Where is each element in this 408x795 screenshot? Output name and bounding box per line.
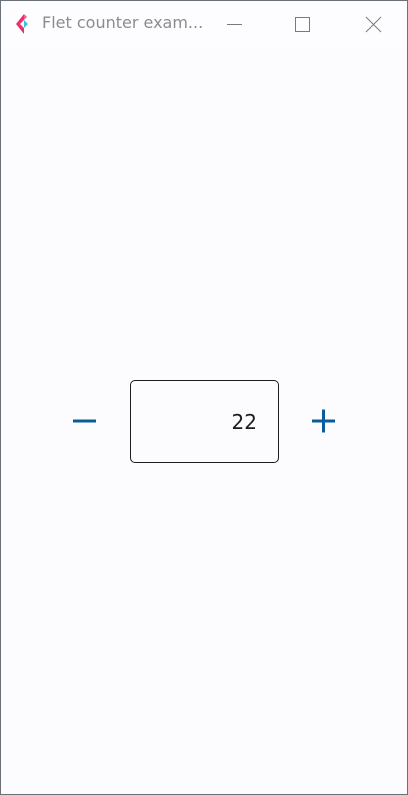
minimize-button[interactable] (203, 1, 265, 47)
close-button[interactable] (342, 1, 404, 47)
minimize-icon (227, 24, 242, 25)
maximize-button[interactable] (271, 1, 333, 47)
close-icon (365, 16, 382, 33)
flet-logo-icon (13, 13, 35, 35)
minus-icon (73, 419, 96, 423)
increment-button[interactable] (303, 401, 343, 441)
title-bar[interactable]: Flet counter exam... (1, 1, 407, 47)
app-window: Flet counter exam... 22 (0, 0, 408, 795)
page-content: 22 (1, 47, 407, 794)
counter-row: 22 (1, 379, 407, 463)
counter-value-field[interactable]: 22 (130, 380, 279, 463)
decrement-button[interactable] (65, 401, 105, 441)
window-title: Flet counter exam... (42, 13, 204, 32)
plus-icon (312, 409, 335, 433)
counter-value: 22 (231, 410, 257, 434)
maximize-icon (295, 17, 310, 32)
